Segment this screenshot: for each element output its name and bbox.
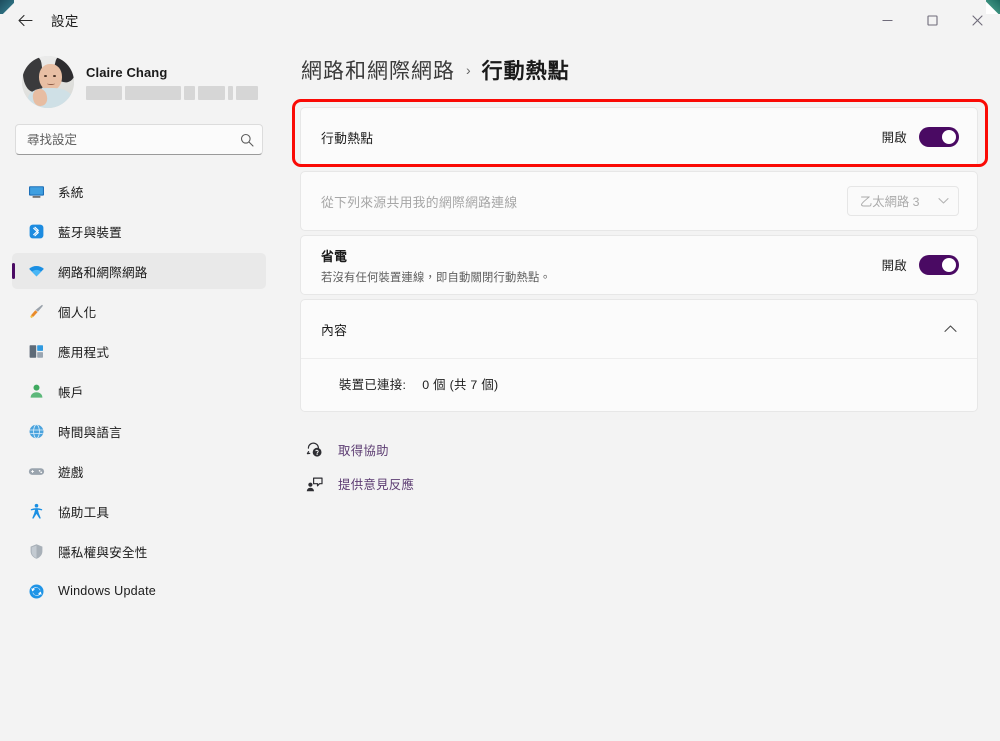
profile-name: Claire Chang (86, 65, 258, 80)
app-title: 設定 (51, 10, 79, 30)
close-button[interactable] (955, 0, 1000, 40)
sidebar-item-label: 藍牙與裝置 (58, 222, 122, 241)
mobile-hotspot-title: 行動熱點 (321, 128, 882, 147)
feedback-icon (306, 475, 324, 493)
maximize-icon (927, 15, 938, 26)
accessibility-person-icon (28, 503, 45, 520)
breadcrumb-root-link[interactable]: 網路和網際網路 (301, 55, 455, 85)
sidebar-item-label: 個人化 (58, 302, 96, 321)
sidebar-item-windows-update[interactable]: Windows Update (12, 573, 266, 609)
apps-icon (28, 343, 45, 360)
properties-body: 裝置已連接: 0 個 (共 7 個) (301, 358, 977, 411)
breadcrumb: 網路和網際網路 › 行動熱點 (300, 55, 978, 85)
close-icon (972, 15, 983, 26)
chevron-up-icon (944, 325, 957, 333)
share-connection-title: 從下列來源共用我的網際網路連線 (321, 192, 847, 211)
share-connection-dropdown-value: 乙太網路 3 (860, 192, 919, 210)
window-controls (865, 0, 1000, 40)
power-saving-row[interactable]: 省電 若沒有任何裝置連線，即自動關閉行動熱點。 開啟 (301, 236, 977, 294)
page-title: 行動熱點 (482, 55, 570, 85)
mobile-hotspot-state-label: 開啟 (882, 128, 907, 146)
give-feedback-link[interactable]: 提供意見反應 (306, 470, 420, 498)
mobile-hotspot-row[interactable]: 行動熱點 開啟 (301, 108, 977, 166)
sidebar-item-apps[interactable]: 應用程式 (12, 333, 266, 369)
sidebar-item-label: 協助工具 (58, 502, 109, 521)
power-saving-card: 省電 若沒有任何裝置連線，即自動關閉行動熱點。 開啟 (300, 235, 978, 295)
power-saving-toggle[interactable] (919, 255, 959, 275)
share-connection-row: 從下列來源共用我的網際網路連線 乙太網路 3 (301, 172, 977, 230)
sidebar-item-label: 系統 (58, 182, 84, 201)
share-connection-dropdown[interactable]: 乙太網路 3 (847, 186, 959, 216)
sidebar-item-label: 遊戲 (58, 462, 84, 481)
mobile-hotspot-toggle[interactable] (919, 127, 959, 147)
account-person-icon (28, 383, 45, 400)
profile-email-redacted (86, 86, 258, 100)
sidebar-item-accessibility[interactable]: 協助工具 (12, 493, 266, 529)
profile-card[interactable]: Claire Chang (12, 46, 266, 112)
share-connection-card: 從下列來源共用我的網際網路連線 乙太網路 3 (300, 171, 978, 231)
footer-links: 取得協助 提供意見反應 (300, 436, 978, 498)
sidebar-item-gaming[interactable]: 遊戲 (12, 453, 266, 489)
devices-connected-label: 裝置已連接: (339, 375, 406, 393)
sidebar-nav: 系統 藍牙與裝置 網路和網際網路 (12, 173, 266, 609)
search-input[interactable] (15, 124, 263, 155)
settings-cards: 行動熱點 開啟 從下列來源共用我的網際網路連線 乙太網路 3 (300, 107, 978, 412)
minimize-icon (882, 15, 893, 26)
search-container (15, 124, 263, 155)
sidebar-item-label: 時間與語言 (58, 422, 122, 441)
toggle-knob (942, 130, 956, 144)
power-saving-description: 若沒有任何裝置連線，即自動關閉行動熱點。 (321, 269, 882, 285)
devices-connected-value: 0 個 (共 7 個) (422, 375, 498, 393)
power-saving-title: 省電 (321, 246, 882, 265)
wifi-icon (28, 263, 45, 280)
get-help-link[interactable]: 取得協助 (306, 436, 395, 464)
back-arrow-icon (18, 14, 33, 27)
main-content: 網路和網際網路 › 行動熱點 行動熱點 開啟 從下列來 (278, 40, 1000, 741)
properties-title: 內容 (321, 320, 944, 339)
help-question-icon (306, 441, 324, 459)
back-button[interactable] (8, 5, 42, 35)
sidebar-item-label: 隱私權與安全性 (58, 542, 148, 561)
sidebar-item-privacy-security[interactable]: 隱私權與安全性 (12, 533, 266, 569)
properties-expander-header[interactable]: 內容 (301, 300, 977, 358)
minimize-button[interactable] (865, 0, 910, 40)
breadcrumb-separator: › (466, 62, 471, 78)
sidebar: Claire Chang 系統 (0, 40, 278, 741)
sidebar-item-system[interactable]: 系統 (12, 173, 266, 209)
update-refresh-icon (28, 583, 45, 600)
maximize-button[interactable] (910, 0, 955, 40)
sidebar-item-label: 網路和網際網路 (58, 262, 148, 281)
bluetooth-icon (28, 223, 45, 240)
give-feedback-label: 提供意見反應 (338, 475, 414, 493)
gamepad-icon (28, 463, 45, 480)
clock-globe-icon (28, 423, 45, 440)
toggle-knob (942, 258, 956, 272)
sidebar-item-accounts[interactable]: 帳戶 (12, 373, 266, 409)
properties-card: 內容 裝置已連接: 0 個 (共 7 個) (300, 299, 978, 412)
sidebar-item-bluetooth-devices[interactable]: 藍牙與裝置 (12, 213, 266, 249)
get-help-label: 取得協助 (338, 441, 389, 459)
chevron-down-icon (938, 194, 949, 208)
shield-icon (28, 543, 45, 560)
sidebar-item-time-language[interactable]: 時間與語言 (12, 413, 266, 449)
power-saving-state-label: 開啟 (882, 256, 907, 274)
paintbrush-icon (28, 303, 45, 320)
sidebar-item-personalization[interactable]: 個人化 (12, 293, 266, 329)
sidebar-item-label: 應用程式 (58, 342, 109, 361)
monitor-icon (28, 183, 45, 200)
mobile-hotspot-card: 行動熱點 開啟 (300, 107, 978, 167)
sidebar-item-label: Windows Update (58, 584, 156, 598)
sidebar-item-label: 帳戶 (58, 382, 84, 401)
title-bar: 設定 (0, 0, 1000, 40)
sidebar-item-network-internet[interactable]: 網路和網際網路 (12, 253, 266, 289)
avatar (22, 56, 74, 108)
